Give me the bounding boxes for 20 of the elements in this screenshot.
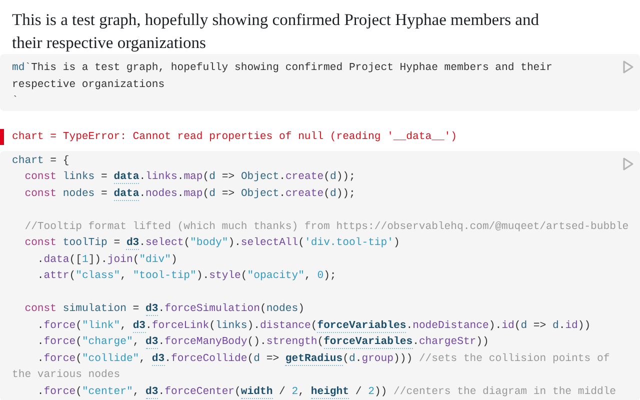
code-line: chart = { (12, 154, 70, 168)
code-line: md`This is a test graph, hopefully showing confirmed Project Hyphae members and their (12, 61, 554, 76)
code-line: const links = data.links.map(d => Object.create(d)); (24, 170, 356, 186)
play-icon[interactable] (622, 60, 634, 74)
play-icon[interactable] (622, 156, 634, 170)
code-line: .force("collide", d3.forceCollide(d => getRadius(d.group))) //sets the collision points of (36, 352, 611, 367)
paragraph: This is a test graph, hopefully showing confirmed Project Hyphae members and their respective organizations (11, 9, 540, 54)
code-line: .force("center", d3.forceCenter(width / 2, height / 2)) //centers the diagram in the middle (36, 384, 618, 400)
code-line: const nodes = data.nodes.map(d => Object.create(d)); (24, 186, 356, 202)
code-line: .data([1]).join("div") (36, 252, 178, 268)
code-line: const toolTip = d3.select("body").selectAll('div.tool-tip') (24, 236, 401, 252)
code-line: .force("link", d3.forceLink(links).distance(forceVariables.nodeDistance).id(d => d.id)) (36, 318, 592, 334)
code-line: //Tooltip format lifted (which much thanks) from https://observablehq.com/@muqeet/artsed-bubble (24, 220, 628, 234)
code-line: ` (12, 94, 20, 109)
error-message: chart = TypeError: Cannot read properties of null (reading '__data__') (12, 130, 458, 142)
code-line: .attr("class", "tool-tip").style("opacity", 0); (36, 269, 338, 284)
code-line: const simulation = d3.forceSimulation(nodes) (24, 302, 306, 318)
code-line: respective organizations (12, 78, 166, 92)
code-line: .force("charge", d3.forceManyBody().strength(forceVariables.chargeStr)) (36, 335, 490, 350)
code-line: the various nodes (12, 368, 122, 383)
